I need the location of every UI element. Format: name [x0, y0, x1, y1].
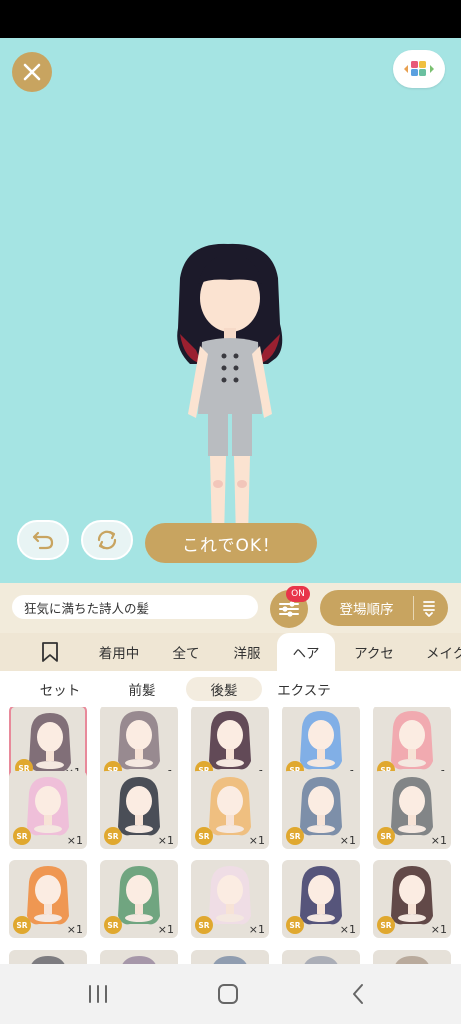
- hair-item-card[interactable]: SR ×1: [373, 771, 451, 849]
- recents-button[interactable]: [78, 978, 118, 1010]
- subtab-front-hair[interactable]: 前髪: [106, 677, 178, 701]
- hair-item-card[interactable]: [9, 950, 87, 964]
- sort-divider: [413, 596, 414, 620]
- rarity-badge: SR: [104, 916, 122, 934]
- hair-item-card[interactable]: SR ×1: [191, 771, 269, 849]
- view-toggle-button[interactable]: [393, 50, 445, 88]
- system-nav-bar: [0, 964, 461, 1024]
- rotate-icon: [97, 530, 117, 550]
- back-icon: [353, 984, 363, 1004]
- subtab-extensions[interactable]: エクステ: [268, 677, 340, 701]
- subcategory-tabs: セット 前髪 後髪 エクステ: [0, 671, 461, 707]
- selected-item-name: 狂気に満ちた詩人の髪: [12, 595, 258, 619]
- confirm-ok-button[interactable]: これでOK！: [145, 523, 317, 563]
- tab-all[interactable]: 全て: [160, 633, 212, 671]
- home-button[interactable]: [208, 978, 248, 1010]
- hair-item-card[interactable]: SR ×1: [9, 860, 87, 938]
- filter-on-badge: ON: [286, 586, 310, 602]
- hair-item-card[interactable]: [373, 950, 451, 964]
- item-quantity: ×1: [66, 834, 83, 847]
- tab-hair[interactable]: ヘア: [277, 633, 335, 671]
- rarity-badge: SR: [104, 827, 122, 845]
- tab-makeup[interactable]: メイク: [416, 633, 461, 671]
- hair-item-card[interactable]: SR ×1: [282, 771, 360, 849]
- item-quantity: ×1: [157, 834, 174, 847]
- sliders-icon: [279, 601, 299, 617]
- rarity-badge: SR: [377, 916, 395, 934]
- hair-thumbnail: [122, 956, 156, 964]
- item-quantity: ×1: [430, 834, 447, 847]
- status-bar: [0, 0, 461, 38]
- rarity-badge: SR: [286, 916, 304, 934]
- item-quantity: ×1: [248, 834, 265, 847]
- colored-grid-icon: [404, 61, 434, 76]
- recents-icon: [89, 985, 107, 1003]
- hair-item-card[interactable]: SR ×1: [282, 860, 360, 938]
- rarity-badge: SR: [377, 827, 395, 845]
- close-icon: [23, 63, 41, 81]
- tab-accessories[interactable]: アクセ: [342, 633, 406, 671]
- rarity-badge: SR: [195, 916, 213, 934]
- rarity-badge: SR: [286, 827, 304, 845]
- sort-icon: [423, 601, 435, 617]
- hair-item-card[interactable]: SR ×1: [100, 771, 178, 849]
- hair-item-card[interactable]: SR ×1: [9, 771, 87, 849]
- hair-item-card[interactable]: SR ×1: [373, 860, 451, 938]
- rarity-badge: SR: [195, 827, 213, 845]
- avatar-stage: これでOK！: [0, 38, 461, 583]
- undo-icon: [32, 531, 54, 550]
- hair-thumbnail: [304, 956, 338, 964]
- bookmark-icon: [42, 642, 58, 662]
- item-quantity: ×1: [339, 923, 356, 936]
- back-button[interactable]: [338, 978, 378, 1010]
- hair-item-card[interactable]: [282, 950, 360, 964]
- hair-item-card[interactable]: [191, 950, 269, 964]
- sort-order-label: 登場順序: [339, 602, 394, 618]
- hair-thumbnail: [213, 956, 247, 964]
- hair-thumbnail: [31, 956, 65, 964]
- undo-button[interactable]: [17, 520, 69, 560]
- category-tabs: 着用中 全て 洋服 ヘア アクセ メイク: [0, 633, 461, 671]
- rarity-badge: SR: [13, 827, 31, 845]
- item-quantity: ×1: [430, 923, 447, 936]
- reset-button[interactable]: [81, 520, 133, 560]
- item-quantity: ×1: [157, 923, 174, 936]
- sort-order-button[interactable]: 登場順序: [320, 590, 448, 626]
- subtab-set[interactable]: セット: [24, 677, 96, 701]
- close-button[interactable]: [12, 52, 52, 92]
- avatar-figure: [177, 243, 283, 553]
- subtab-back-hair[interactable]: 後髪: [186, 677, 262, 701]
- rarity-badge: SR: [13, 916, 31, 934]
- hair-item-card[interactable]: SR ×1: [191, 860, 269, 938]
- hair-thumbnail: [395, 956, 429, 964]
- item-info-bar: 狂気に満ちた詩人の髪 ON 登場順序: [0, 583, 461, 633]
- hair-item-card[interactable]: SR ×1: [100, 860, 178, 938]
- home-icon: [218, 984, 238, 1004]
- tab-favorites[interactable]: [28, 633, 72, 671]
- item-grid: SR ×1 SR ×1 SR ×1 SR ×1 SR ×1 SR ×1 SR ×1 SR ×1 SR ×1 SR ×1…: [0, 707, 461, 964]
- hair-item-card[interactable]: [100, 950, 178, 964]
- tab-clothes[interactable]: 洋服: [222, 633, 272, 671]
- item-quantity: ×1: [248, 923, 265, 936]
- tab-wearing[interactable]: 着用中: [88, 633, 150, 671]
- item-quantity: ×1: [339, 834, 356, 847]
- item-quantity: ×1: [66, 923, 83, 936]
